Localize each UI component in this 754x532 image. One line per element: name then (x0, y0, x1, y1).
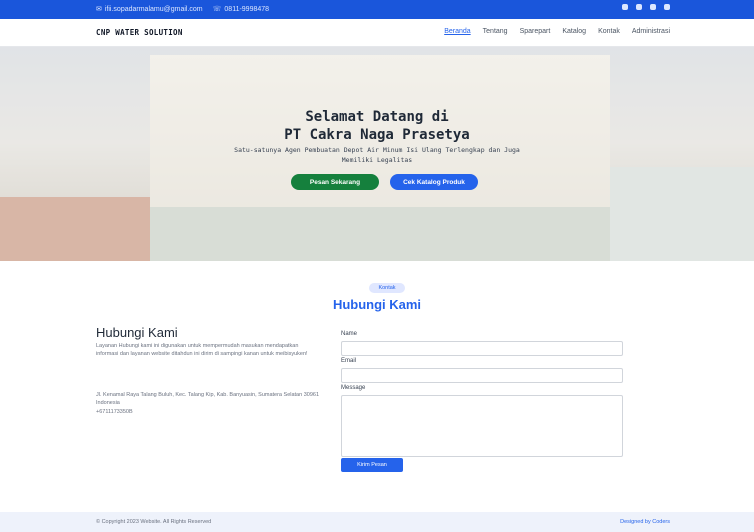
catalog-button[interactable]: Cek Katalog Produk (390, 174, 478, 190)
message-field[interactable] (341, 395, 623, 457)
top-phone-text: 0811-9998478 (224, 5, 270, 13)
nav-item-tentang[interactable]: Tentang (483, 28, 508, 35)
top-email[interactable]: ✉ ifii.sopadarmalamu@gmail.com (96, 5, 203, 14)
footer: © Copyright 2023 Website. All Rights Res… (0, 512, 754, 532)
hero-section: Selamat Datang di PT Cakra Naga Prasetya… (0, 47, 754, 261)
hero-subtitle: Satu-satunya Agen Pembuatan Depot Air Mi… (0, 145, 754, 165)
nav-item-kontak[interactable]: Kontak (598, 28, 620, 35)
send-message-button[interactable]: Kirim Pesan (341, 458, 403, 472)
instagram-icon[interactable] (650, 4, 656, 10)
nav-item-katalog[interactable]: Katalog (562, 28, 586, 35)
navbar: CNP WATER SOLUTION Beranda Tentang Spare… (0, 19, 754, 47)
name-label: Name (341, 331, 358, 337)
brand-logo[interactable]: CNP WATER SOLUTION (96, 28, 183, 37)
section-badge: Kontak (369, 283, 405, 293)
nav-menu: Beranda Tentang Sparepart Katalog Kontak… (444, 28, 670, 35)
nav-item-sparepart[interactable]: Sparepart (520, 28, 551, 35)
nav-item-administrasi[interactable]: Administrasi (632, 28, 670, 35)
top-contact: ✉ ifii.sopadarmalamu@gmail.com ☏ 0811-99… (96, 5, 270, 14)
hero-title-line1: Selamat Datang di (305, 109, 449, 125)
name-field[interactable] (341, 341, 623, 356)
linkedin-icon[interactable] (664, 4, 670, 10)
footer-copyright: © Copyright 2023 Website. All Rights Res… (96, 519, 212, 525)
contact-phone: +6711173350B (96, 409, 133, 415)
contact-address-block: Jl. Kenamal Raya Talang Buluh, Kec. Tala… (96, 392, 321, 417)
message-label: Message (341, 385, 366, 391)
hero-subtitle-line2: Memiliki Legalitas (341, 156, 413, 164)
top-email-text: ifii.sopadarmalamu@gmail.com (104, 5, 203, 13)
nav-item-beranda[interactable]: Beranda (444, 28, 470, 35)
top-info-bar: ✉ ifii.sopadarmalamu@gmail.com ☏ 0811-99… (0, 0, 754, 19)
email-label: Email (341, 358, 357, 364)
contact-address: Jl. Kenamal Raya Talang Buluh, Kec. Tala… (96, 392, 319, 406)
social-links (622, 4, 670, 10)
email-field[interactable] (341, 368, 623, 383)
facebook-icon[interactable] (636, 4, 642, 10)
hero-subtitle-line1: Satu-satunya Agen Pembuatan Depot Air Mi… (234, 146, 520, 154)
contact-description: Layanan Hubungi kami ini digunakan untuk… (96, 343, 308, 357)
order-now-button[interactable]: Pesan Sekarang (291, 174, 379, 190)
twitter-icon[interactable] (622, 4, 628, 10)
contact-info-title: Hubungi Kami (96, 325, 178, 340)
section-title: Hubungi Kami (332, 297, 422, 312)
footer-credit[interactable]: Designed by Coders (620, 519, 670, 525)
top-phone[interactable]: ☏ 0811-9998478 (213, 5, 270, 14)
hero-title-line2: PT Cakra Naga Prasetya (284, 127, 470, 143)
